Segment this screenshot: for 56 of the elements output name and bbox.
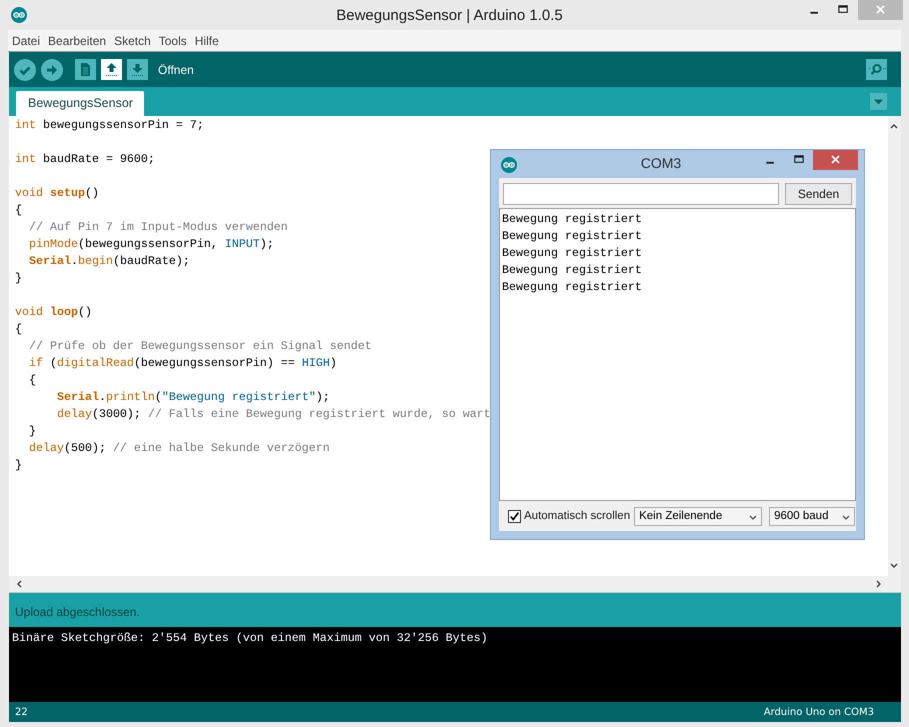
code-line: void setup() <box>15 185 99 202</box>
output-line: Bewegung registriert <box>502 262 642 279</box>
close-icon[interactable] <box>813 150 858 170</box>
menu-item[interactable]: Datei <box>12 34 40 48</box>
code-line: if (digitalRead(bewegungssensorPin) == HIGH) <box>28 355 337 372</box>
send-input-field[interactable] <box>503 183 779 205</box>
code-line: { <box>15 202 22 219</box>
code-line: } <box>28 423 36 440</box>
code-line: { <box>28 372 36 389</box>
code-line: delay(3000); // Falls eine Bewegung registriert wurde, so wart <box>56 406 491 423</box>
output-line: Bewegung registriert <box>502 211 642 228</box>
menu-item[interactable]: Tools <box>158 34 187 48</box>
menu-item[interactable]: Bearbeiten <box>48 34 106 48</box>
open-button[interactable] <box>101 59 122 80</box>
upload-button[interactable] <box>41 58 63 80</box>
status-message: Upload abgeschlossen. <box>15 604 140 618</box>
output-line: Bewegung registriert <box>502 245 642 262</box>
output-line: Bewegung registriert <box>502 228 642 245</box>
autoscroll-checkbox[interactable] <box>508 510 521 522</box>
horizontal-scrollbar[interactable] <box>9 576 901 593</box>
menu-item[interactable]: Sketch <box>114 34 151 48</box>
chevron-down-icon <box>842 515 850 521</box>
save-button[interactable] <box>127 59 148 80</box>
chevron-down-icon <box>749 515 758 521</box>
code-line: Serial.println("Bewegung registriert"); <box>56 389 330 406</box>
serial-monitor-button[interactable] <box>866 59 887 80</box>
vertical-scrollbar[interactable] <box>888 116 901 576</box>
autoscroll-label[interactable]: Automatisch scrollen <box>524 510 630 522</box>
code-line: pinMode(bewegungssensorPin, INPUT); <box>28 236 274 253</box>
code-line: Serial.begin(baudRate); <box>28 253 190 270</box>
code-line: delay(500); // eine halbe Sekunde verzögern <box>28 440 330 457</box>
window-title: BewegungsSensor | Arduino 1.0.5 <box>336 6 563 24</box>
send-button[interactable]: Senden <box>785 183 852 205</box>
arduino-logo-icon <box>501 157 517 173</box>
output-line: Bewegung registriert <box>502 279 642 296</box>
code-line: // Prüfe ob der Bewegungssensor ein Signal sendet <box>28 338 372 355</box>
tab-menu-button[interactable] <box>870 93 887 110</box>
code-line: void loop() <box>15 304 92 321</box>
line-ending-dropdown[interactable]: Kein Zeilenende <box>634 506 762 526</box>
code-line: int baudRate = 9600; <box>15 151 155 168</box>
line-number: 22 <box>15 706 28 718</box>
window-title: COM3 <box>640 155 682 171</box>
code-line: } <box>15 457 22 474</box>
toolbar-hint: Öffnen <box>158 62 194 76</box>
console-line: Binäre Sketchgröße: 2'554 Bytes (von einem Maximum von 32'256 Bytes) <box>12 631 489 645</box>
arduino-logo-icon <box>11 7 27 23</box>
code-line: { <box>15 321 22 338</box>
sketch-tab[interactable]: BewegungsSensor <box>16 91 144 116</box>
code-line: } <box>15 270 22 287</box>
board-label: Arduino Uno on COM3 <box>764 706 874 718</box>
verify-button[interactable] <box>14 58 36 80</box>
code-line: int bewegungssensorPin = 7; <box>15 117 204 134</box>
code-line: // Auf Pin 7 im Input-Modus verwenden <box>28 219 288 236</box>
new-file-button[interactable] <box>75 59 96 80</box>
baud-rate-dropdown[interactable]: 9600 baud <box>769 506 856 526</box>
menu-item[interactable]: Hilfe <box>194 34 219 48</box>
